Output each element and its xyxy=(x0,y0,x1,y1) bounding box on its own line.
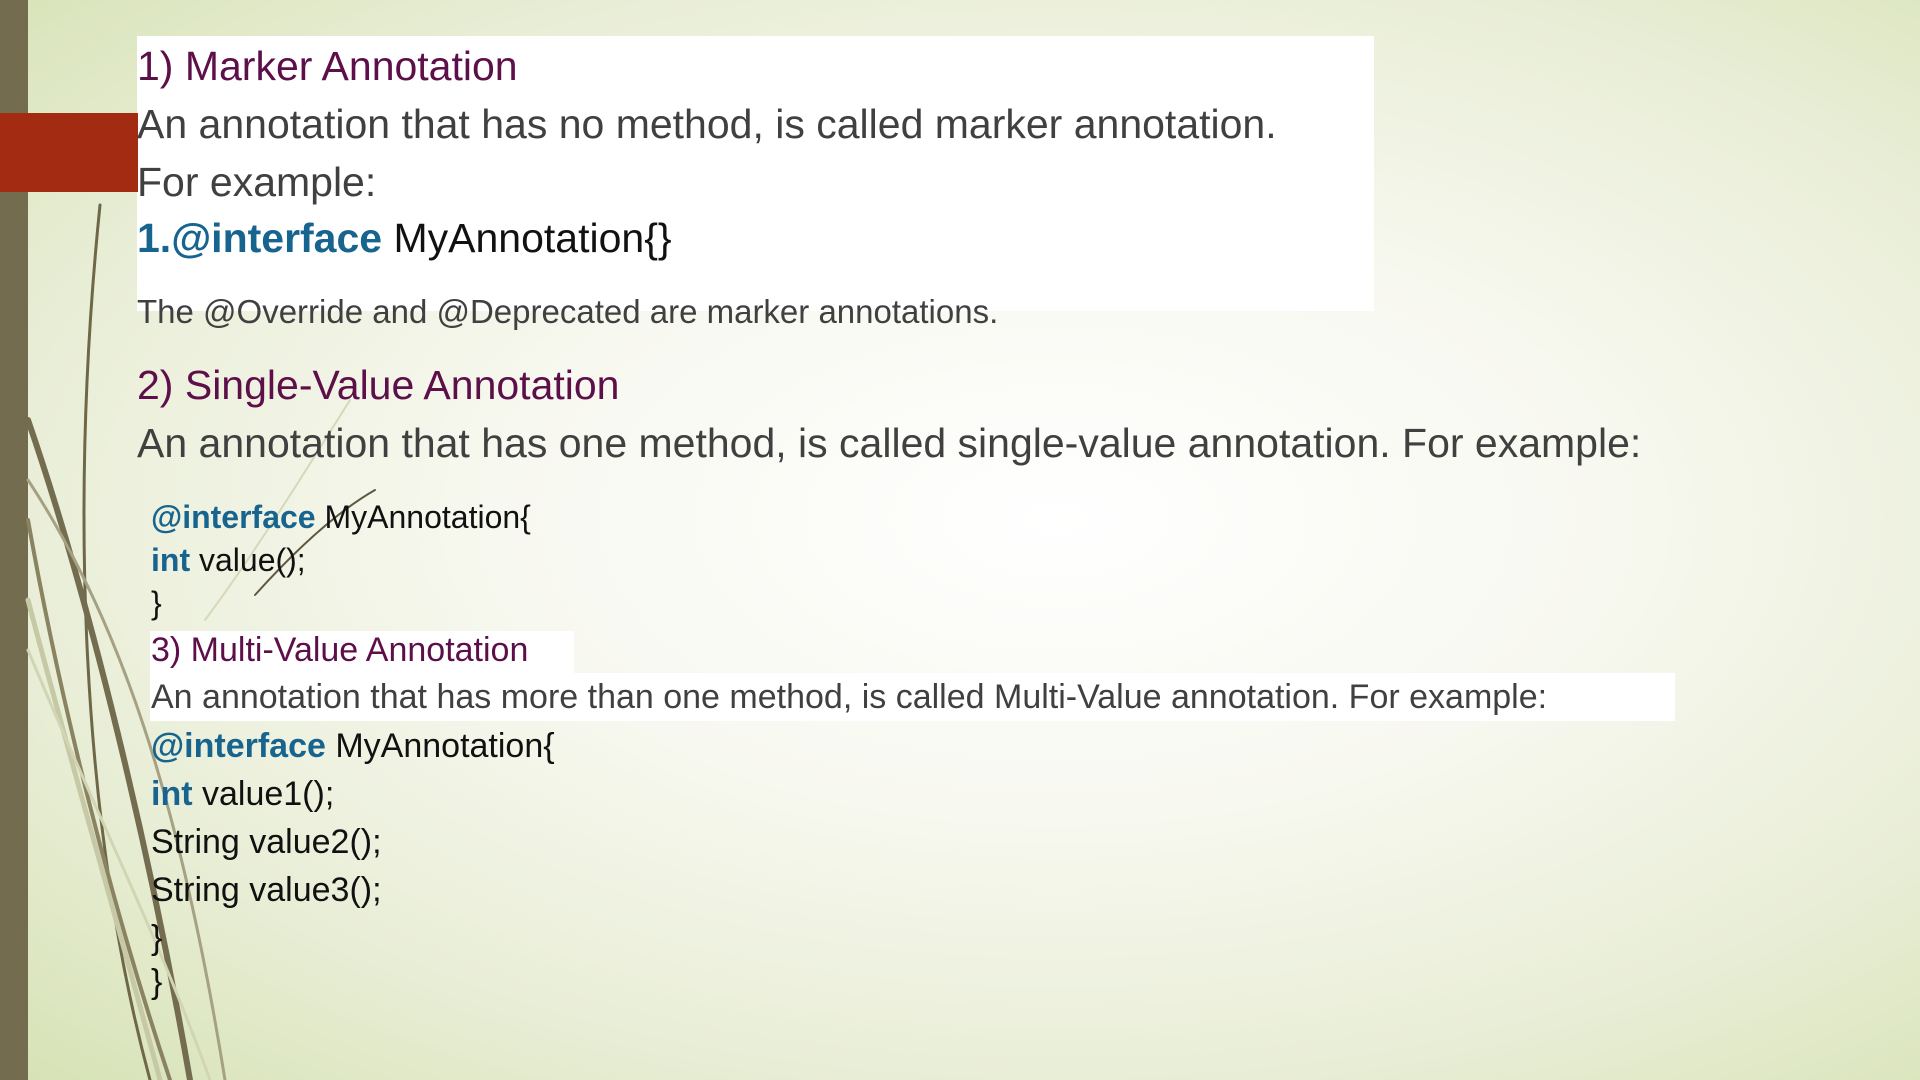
code-text: } xyxy=(151,585,162,621)
section3-code-line-2: int value1(); xyxy=(151,775,334,814)
section1-code-line: 1.@interface MyAnnotation{} xyxy=(137,215,672,262)
section3-code-line-1: @interface MyAnnotation{ xyxy=(151,727,555,766)
code-keyword: int xyxy=(151,775,193,813)
section1-description: An annotation that has no method, is cal… xyxy=(137,101,1277,147)
code-keyword: @interface xyxy=(151,499,316,535)
section1-example-label: For example: xyxy=(137,159,377,205)
section2-description: An annotation that has one method, is ca… xyxy=(137,420,1642,466)
code-text: MyAnnotation{ xyxy=(315,499,531,535)
code-keyword: 1.@interface xyxy=(137,215,383,261)
code-text: String value2(); xyxy=(151,823,382,861)
code-text: } xyxy=(151,919,163,957)
code-text: } xyxy=(151,963,163,1001)
section3-code-line-4: String value3(); xyxy=(151,871,382,910)
code-text: String value3(); xyxy=(151,871,382,909)
section2-code-line-1: @interface MyAnnotation{ xyxy=(151,499,531,536)
code-text: MyAnnotation{ xyxy=(325,727,555,765)
section2-code-line-2: int value(); xyxy=(151,542,306,579)
code-text: value(); xyxy=(190,542,306,578)
section2-heading: 2) Single-Value Annotation xyxy=(137,362,620,408)
code-keyword: @interface xyxy=(151,727,326,765)
accent-block xyxy=(0,113,138,192)
code-keyword: int xyxy=(151,542,191,578)
code-text: MyAnnotation{} xyxy=(382,215,672,261)
section3-code-line-5: } xyxy=(151,919,162,958)
section2-code-line-3: } xyxy=(151,585,162,622)
section3-code-line-6: } xyxy=(151,963,162,1002)
section1-note: The @Override and @Deprecated are marker… xyxy=(137,293,999,330)
section3-description: An annotation that has more than one met… xyxy=(151,678,1548,716)
code-text: value1(); xyxy=(192,775,335,813)
section3-code-line-3: String value2(); xyxy=(151,823,382,862)
section3-heading: 3) Multi-Value Annotation xyxy=(151,631,529,669)
section1-heading: 1) Marker Annotation xyxy=(137,43,518,89)
